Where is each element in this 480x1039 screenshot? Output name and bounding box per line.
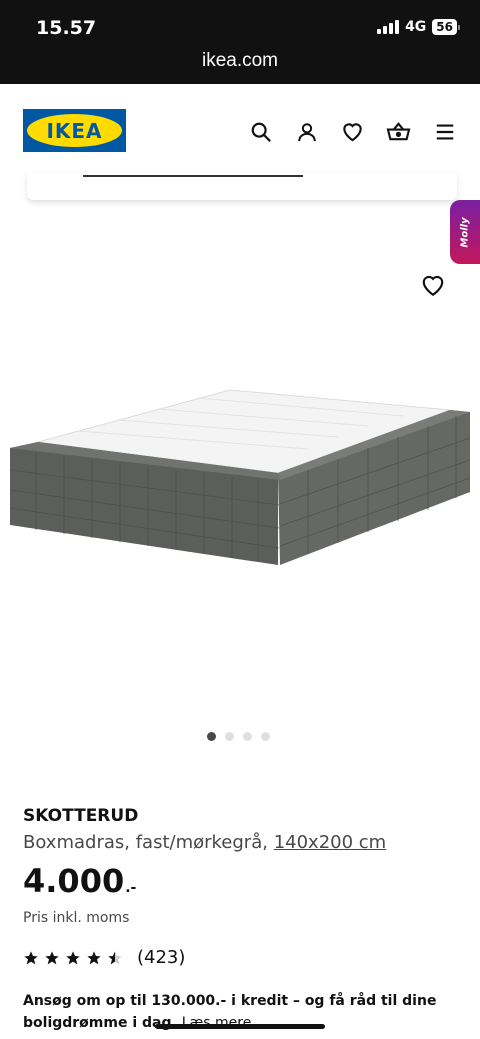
- price-suffix: .-: [125, 880, 137, 896]
- status-bar: 15.57 4G 56 ikea.com: [0, 0, 480, 84]
- star-icon: [24, 950, 38, 964]
- site-header: IKEA: [0, 84, 480, 176]
- rating-stars: [23, 950, 123, 966]
- price-value: 4.000: [23, 862, 125, 900]
- clock: 15.57: [36, 17, 97, 39]
- pagination-dot[interactable]: [207, 732, 216, 741]
- battery-level: 56: [432, 19, 457, 35]
- favourites-icon[interactable]: [339, 118, 366, 145]
- chat-label: Molly: [459, 216, 471, 248]
- header-actions: [247, 118, 458, 145]
- menu-icon[interactable]: [431, 118, 458, 145]
- battery-icon: 56: [432, 19, 460, 35]
- star-icon: [87, 950, 101, 964]
- product-rating[interactable]: (423): [23, 947, 185, 968]
- home-indicator[interactable]: [155, 1024, 325, 1029]
- logo-text: IKEA: [46, 118, 103, 143]
- review-count: (423): [137, 947, 186, 968]
- search-icon[interactable]: [247, 118, 274, 145]
- product-type: Boxmadras, fast/mørkegrå,: [23, 832, 274, 853]
- signal-icon: [377, 20, 400, 34]
- dropdown-panel: [27, 172, 457, 200]
- chat-assistant-tab[interactable]: Molly: [450, 200, 480, 264]
- product-name: SKOTTERUD: [23, 806, 139, 826]
- pagination-dot[interactable]: [261, 732, 270, 741]
- vat-note: Pris inkl. moms: [23, 910, 130, 926]
- ikea-logo[interactable]: IKEA: [23, 109, 126, 152]
- star-icon: [45, 950, 59, 964]
- product-price: 4.000.-: [23, 862, 136, 900]
- image-pagination: [207, 732, 270, 741]
- pagination-dot[interactable]: [225, 732, 234, 741]
- pagination-dot[interactable]: [243, 732, 252, 741]
- account-icon[interactable]: [293, 118, 320, 145]
- product-image[interactable]: [8, 380, 472, 570]
- product-size-link[interactable]: 140x200 cm: [274, 832, 387, 853]
- panel-underline: [83, 175, 303, 177]
- half-star-icon: [108, 950, 122, 964]
- product-description: Boxmadras, fast/mørkegrå, 140x200 cm: [23, 832, 386, 853]
- star-icon: [66, 950, 80, 964]
- address-bar[interactable]: ikea.com: [0, 50, 480, 72]
- status-indicators: 4G 56: [377, 19, 460, 35]
- network-label: 4G: [405, 19, 427, 35]
- basket-icon[interactable]: [385, 118, 412, 145]
- add-to-favourites-icon[interactable]: [420, 272, 446, 298]
